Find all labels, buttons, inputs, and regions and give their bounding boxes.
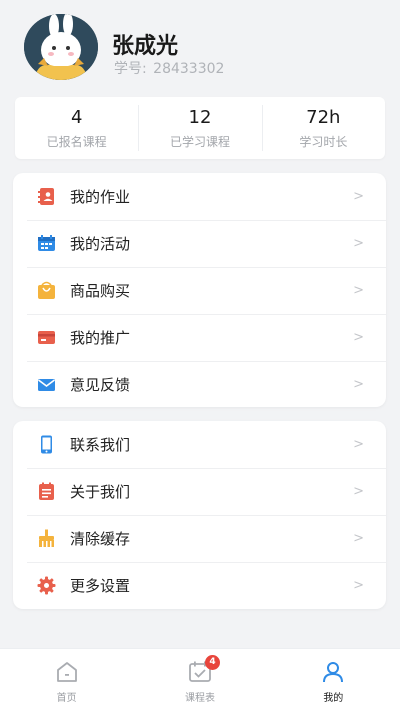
chevron-right-icon: > [353,330,364,345]
broom-icon [37,529,56,548]
avatar[interactable] [24,14,98,80]
user-icon [320,659,346,685]
chevron-right-icon: > [353,578,364,593]
card-icon [37,328,56,347]
menu-item-homework[interactable]: 我的作业 > [13,173,386,220]
shopping-bag-icon [37,281,56,300]
chevron-right-icon: > [353,531,364,546]
menu-item-label: 意见反馈 [70,376,131,394]
student-id-value: 28433302 [153,61,225,77]
mail-icon [37,375,56,394]
tab-label: 首页 [56,693,77,704]
profile-page: 张成光 学号: 28433302 4 已报名课程 12 已学习课程 72h 学习… [0,0,400,711]
stat-label: 已报名课程 [46,134,107,149]
stat-enrolled-courses[interactable]: 4 已报名课程 [15,97,138,159]
tab-mine[interactable]: 我的 [267,649,400,711]
phone-icon [37,435,56,454]
menu-item-label: 关于我们 [70,483,131,501]
menu-item-label: 我的活动 [70,235,131,253]
chevron-right-icon: > [353,189,364,204]
menu-item-contact-us[interactable]: 联系我们 > [13,421,386,468]
stat-value: 4 [70,106,83,128]
bottom-tab-bar: 首页 4 课程表 我的 [0,648,400,711]
tab-schedule[interactable]: 4 课程表 [133,649,266,711]
profile-header: 张成光 学号: 28433302 [0,0,400,92]
chevron-right-icon: > [353,484,364,499]
menu-item-feedback[interactable]: 意见反馈 > [13,361,386,407]
notepad-icon [37,482,56,501]
student-id-label: 学号: [114,61,147,77]
stat-studied-courses[interactable]: 12 已学习课程 [138,97,261,159]
tab-home[interactable]: 首页 [0,649,133,711]
stat-value: 72h [306,106,341,128]
chevron-right-icon: > [353,236,364,251]
user-name: 张成光 [112,34,179,59]
homework-icon [37,187,56,206]
chevron-right-icon: > [353,283,364,298]
menu-card-secondary: 联系我们 > 关于我们 > 清除缓存 > 更多设置 > [13,421,386,609]
menu-item-label: 联系我们 [70,436,131,454]
menu-item-activities[interactable]: 我的活动 > [13,220,386,267]
tab-label: 我的 [323,693,344,704]
calendar-icon [37,234,56,253]
menu-item-more-settings[interactable]: 更多设置 > [13,562,386,609]
chevron-right-icon: > [353,377,364,392]
stat-label: 学习时长 [299,134,348,149]
stat-value: 12 [188,106,212,128]
menu-item-label: 我的作业 [70,188,131,206]
gear-icon [37,576,56,595]
student-id-line: 学号: 28433302 [112,58,224,78]
stat-study-duration[interactable]: 72h 学习时长 [261,97,385,159]
menu-item-label: 清除缓存 [70,530,131,548]
menu-item-label: 商品购买 [70,282,131,300]
schedule-icon: 4 [187,655,220,685]
menu-item-promotion[interactable]: 我的推广 > [13,314,386,361]
stat-label: 已学习课程 [169,134,230,149]
tab-label: 课程表 [184,693,215,704]
bunny-avatar-icon [24,14,98,80]
menu-item-about-us[interactable]: 关于我们 > [13,468,386,515]
chevron-right-icon: > [353,437,364,452]
menu-item-label: 我的推广 [70,329,131,347]
menu-card-primary: 我的作业 > 我的活动 > 商品购买 > 我的推广 > 意见反馈 > [13,173,386,407]
home-icon [54,659,80,685]
menu-item-clear-cache[interactable]: 清除缓存 > [13,515,386,562]
schedule-badge: 4 [204,655,220,670]
stats-card: 4 已报名课程 12 已学习课程 72h 学习时长 [15,97,385,159]
menu-item-shopping[interactable]: 商品购买 > [13,267,386,314]
menu-item-label: 更多设置 [70,577,131,595]
